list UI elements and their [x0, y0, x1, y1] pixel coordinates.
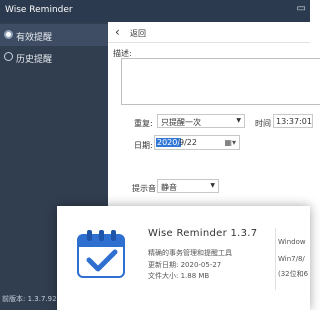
date-label: 日期: [134, 141, 153, 150]
repeat-label: 重复: [134, 119, 153, 128]
app-info-card: Wise Reminder 1.3.7 精确的事务管理和提醒工具 更新日期: 2… [57, 206, 310, 310]
calendar-icon[interactable]: ▦▾ [224, 138, 236, 147]
time-label: 时间 [255, 119, 271, 128]
radio-unselected-icon [4, 52, 13, 61]
time-input[interactable]: 13:37:01 [273, 114, 313, 128]
date-year-segment[interactable]: 2020/ [156, 138, 182, 147]
sound-value: 静音 [161, 183, 177, 192]
sound-label: 提示音 [132, 184, 156, 193]
divider [108, 42, 310, 43]
time-value: 13:37:01 [276, 117, 312, 126]
version-label: 前版本: 1.3.7.92 [2, 295, 57, 303]
date-picker[interactable]: 2020/ 9/22 ▦▾ [154, 135, 240, 150]
sidebar-item-label: 历史提醒 [16, 55, 53, 65]
description-textarea[interactable] [121, 58, 320, 105]
date-month-day: 9/22 [179, 138, 197, 147]
sound-dropdown[interactable]: 静音 ▼ [157, 179, 219, 193]
sidebar-item-active-reminders[interactable]: 有效提醒 [0, 24, 108, 46]
calendar-check-icon [77, 230, 125, 278]
system-requirement-os: Window [278, 238, 306, 246]
repeat-value: 只提醒一次 [161, 118, 201, 127]
back-arrow-icon[interactable]: ‹ [115, 25, 120, 39]
title-bar: Wise Reminder ▭ [0, 0, 310, 22]
system-requirement-bits: (32位和6 [278, 270, 309, 278]
back-button[interactable]: 返回 [130, 28, 146, 39]
app-description: 精确的事务管理和提醒工具 [148, 249, 232, 257]
dropdown-arrow-icon: ▼ [236, 117, 241, 124]
repeat-dropdown[interactable]: 只提醒一次 ▼ [157, 114, 245, 128]
sidebar-item-label: 有效提醒 [16, 33, 53, 43]
radio-selected-icon [4, 30, 13, 39]
divider [275, 228, 276, 290]
dropdown-arrow-icon: ▼ [210, 182, 215, 189]
maximize-icon[interactable]: ▭ [297, 3, 306, 14]
sidebar-item-history-reminders[interactable]: 历史提醒 [0, 46, 108, 68]
system-requirement-version: Win7/8/ [278, 255, 305, 263]
update-date: 更新日期: 2020-05-27 [148, 261, 222, 269]
app-name: Wise Reminder 1.3.7 [148, 228, 258, 239]
window-title: Wise Reminder [5, 5, 73, 15]
file-size: 文件大小: 1.88 MB [148, 272, 210, 280]
